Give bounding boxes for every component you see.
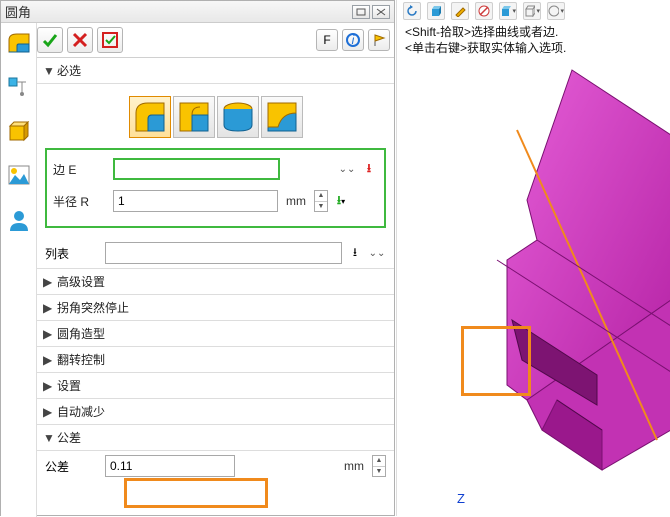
edge-label: 边 E (53, 161, 109, 178)
fillet-type-4[interactable] (261, 96, 303, 138)
window-close-button[interactable] (372, 5, 390, 19)
required-section-header[interactable]: ▼ 必选 (37, 58, 394, 84)
edge-row: 边 E ⌄⌄ ⭳ (53, 156, 378, 182)
flag-button[interactable] (368, 29, 390, 51)
3d-viewport[interactable]: ▾ ▾ ▾ <Shift-拾取>选择曲线或者边. <单击右键>获取实体输入选项.… (396, 0, 670, 516)
list-label: 列表 (45, 245, 101, 262)
f-button[interactable]: F (316, 29, 338, 51)
model-geometry (397, 0, 670, 516)
required-section-body: 边 E ⌄⌄ ⭳ 半径 R mm ▲▼ ⭳▾ (37, 84, 394, 238)
box-icon[interactable] (6, 119, 32, 145)
tolerance-input[interactable] (105, 455, 235, 477)
section-fillet-shape[interactable]: ▶圆角造型 (37, 321, 394, 347)
x-icon (72, 32, 88, 48)
fillet-type-row (45, 96, 386, 138)
fillet-feature-icon[interactable] (6, 31, 32, 57)
ok-button[interactable] (37, 27, 63, 53)
radius-row: 半径 R mm ▲▼ ⭳▾ (53, 188, 378, 214)
section-corner-stop[interactable]: ▶拐角突然停止 (37, 295, 394, 321)
tree-icon[interactable] (6, 75, 32, 101)
flag-icon (372, 33, 386, 47)
edge-expand-icon[interactable]: ⌄⌄ (338, 160, 356, 178)
svg-text:i: i (352, 33, 355, 47)
left-icon-strip (1, 23, 37, 517)
radius-spinner[interactable]: ▲▼ (314, 190, 328, 212)
tolerance-row: 公差 mm ▲▼ (37, 451, 394, 481)
radius-unit: mm (282, 194, 310, 208)
list-row: 列表 ⭳ ⌄⌄ (37, 238, 394, 269)
list-download-icon[interactable]: ⭳ (346, 244, 364, 262)
section-auto-reduce[interactable]: ▶自动减少 (37, 399, 394, 425)
fillet-type-3[interactable] (217, 96, 259, 138)
check-icon (42, 32, 58, 48)
landscape-icon[interactable] (6, 163, 32, 189)
list-expand-icon[interactable]: ⌄⌄ (368, 244, 386, 262)
section-tolerance-header[interactable]: ▼公差 (37, 425, 394, 451)
tolerance-spinner[interactable]: ▲▼ (372, 455, 386, 477)
person-icon[interactable] (6, 207, 32, 233)
fillet-type-2[interactable] (173, 96, 215, 138)
action-toolbar: F i (37, 23, 394, 58)
required-label: 必选 (57, 62, 81, 79)
collapsed-sections: ▶高级设置 ▶拐角突然停止 ▶圆角造型 ▶翻转控制 ▶设置 ▶自动减少 ▼公差 (37, 269, 394, 451)
content-column: F i ▼ 必选 (37, 23, 394, 515)
list-input[interactable] (105, 242, 342, 264)
radius-input[interactable] (113, 190, 278, 212)
tolerance-label: 公差 (45, 458, 101, 475)
info-button[interactable]: i (342, 29, 364, 51)
apply-button[interactable] (97, 27, 123, 53)
section-advanced[interactable]: ▶高级设置 (37, 269, 394, 295)
axis-z-label: Z (457, 491, 465, 506)
titlebar: 圆角 (1, 1, 394, 23)
radius-label: 半径 R (53, 193, 109, 210)
window-restore-button[interactable] (352, 5, 370, 19)
collapse-icon: ▼ (43, 64, 53, 78)
edge-input[interactable] (113, 158, 280, 180)
apply-icon (102, 32, 118, 48)
radius-download-icon[interactable]: ⭳▾ (332, 192, 350, 210)
fillet-type-1[interactable] (129, 96, 171, 138)
primary-input-group: 边 E ⌄⌄ ⭳ 半径 R mm ▲▼ ⭳▾ (45, 148, 386, 228)
window-title: 圆角 (5, 2, 31, 21)
cancel-button[interactable] (67, 27, 93, 53)
tolerance-unit: mm (340, 459, 368, 473)
info-icon: i (346, 33, 360, 47)
edge-download-icon[interactable]: ⭳ (360, 160, 378, 178)
section-settings[interactable]: ▶设置 (37, 373, 394, 399)
fillet-panel: 圆角 (0, 0, 395, 516)
section-flip-control[interactable]: ▶翻转控制 (37, 347, 394, 373)
